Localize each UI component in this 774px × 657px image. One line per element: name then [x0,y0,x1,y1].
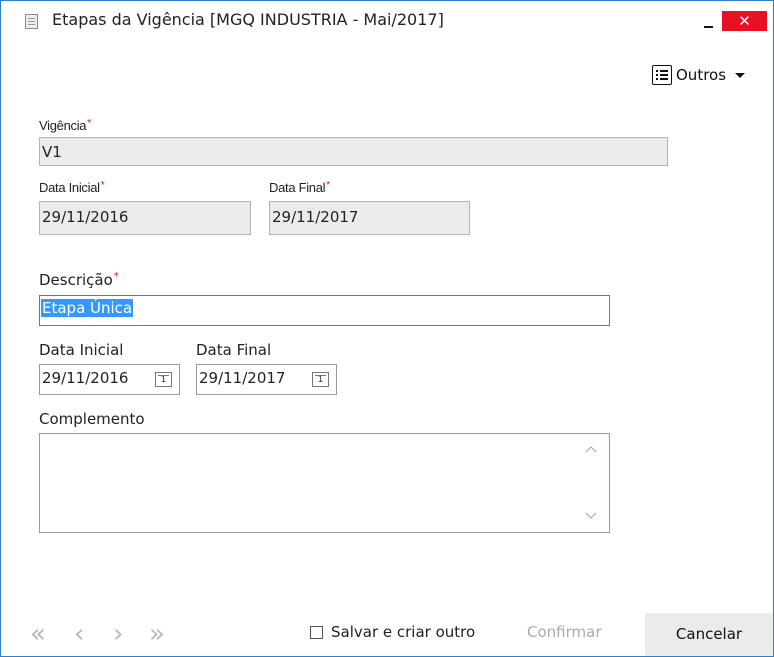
outros-menu-button[interactable]: Outros [652,64,746,86]
data-final-input[interactable]: 29/11/2017 1 [196,364,337,395]
list-icon [652,65,672,85]
required-marker: * [326,180,330,191]
save-and-new-checkbox[interactable] [310,626,323,639]
cancel-button[interactable]: Cancelar [645,613,773,656]
last-record-icon[interactable]: » [149,619,165,649]
required-marker: * [113,271,119,282]
save-and-new-label[interactable]: Salvar e criar outro [331,623,475,641]
scroll-down-icon[interactable] [585,510,597,522]
confirm-button[interactable]: Confirmar [527,623,601,641]
descricao-input[interactable]: Etapa Única [39,295,610,326]
descricao-selected-text: Etapa Única [41,299,134,317]
vigencia-data-inicial-label: Data Inicial* [39,180,105,195]
data-inicial-label: Data Inicial [39,341,124,359]
vigencia-data-inicial-label-text: Data Inicial [39,180,100,195]
first-record-icon[interactable]: « [30,619,46,649]
outros-label: Outros [676,66,727,84]
required-marker: * [87,118,91,129]
window-app-icon [25,14,38,29]
caret-down-icon [735,72,746,78]
required-marker: * [100,180,105,191]
descricao-label: Descrição* [39,271,119,289]
next-record-icon[interactable]: › [113,619,123,649]
scroll-up-icon[interactable] [585,443,597,455]
close-icon: ✕ [738,12,751,30]
vigencia-data-final-label: Data Final* [269,180,330,195]
data-inicial-input[interactable]: 29/11/2016 1 [39,364,180,395]
data-inicial-value: 29/11/2016 [42,369,129,387]
descricao-label-text: Descrição [39,271,113,289]
minimize-button[interactable] [699,11,719,31]
vigencia-data-final-label-text: Data Final [269,180,326,195]
vigencia-data-final-field: 29/11/2017 [269,201,470,235]
dialog-window: Etapas da Vigência [MGQ INDUSTRIA - Mai/… [0,0,774,657]
data-final-value: 29/11/2017 [199,369,286,387]
calendar-icon[interactable]: 1 [312,372,329,387]
complemento-textarea[interactable] [39,433,610,533]
calendar-icon[interactable]: 1 [155,372,172,387]
previous-record-icon[interactable]: ‹ [74,619,84,649]
title-bar: Etapas da Vigência [MGQ INDUSTRIA - Mai/… [1,1,773,41]
vigencia-label: Vigência* [39,118,91,133]
vigencia-data-inicial-field: 29/11/2016 [39,201,251,235]
window-title: Etapas da Vigência [MGQ INDUSTRIA - Mai/… [52,10,444,29]
data-final-label: Data Final [196,341,272,359]
complemento-label: Complemento [39,410,145,428]
vigencia-label-text: Vigência [39,118,87,133]
vigencia-field: V1 [39,137,668,166]
close-button[interactable]: ✕ [722,11,767,31]
